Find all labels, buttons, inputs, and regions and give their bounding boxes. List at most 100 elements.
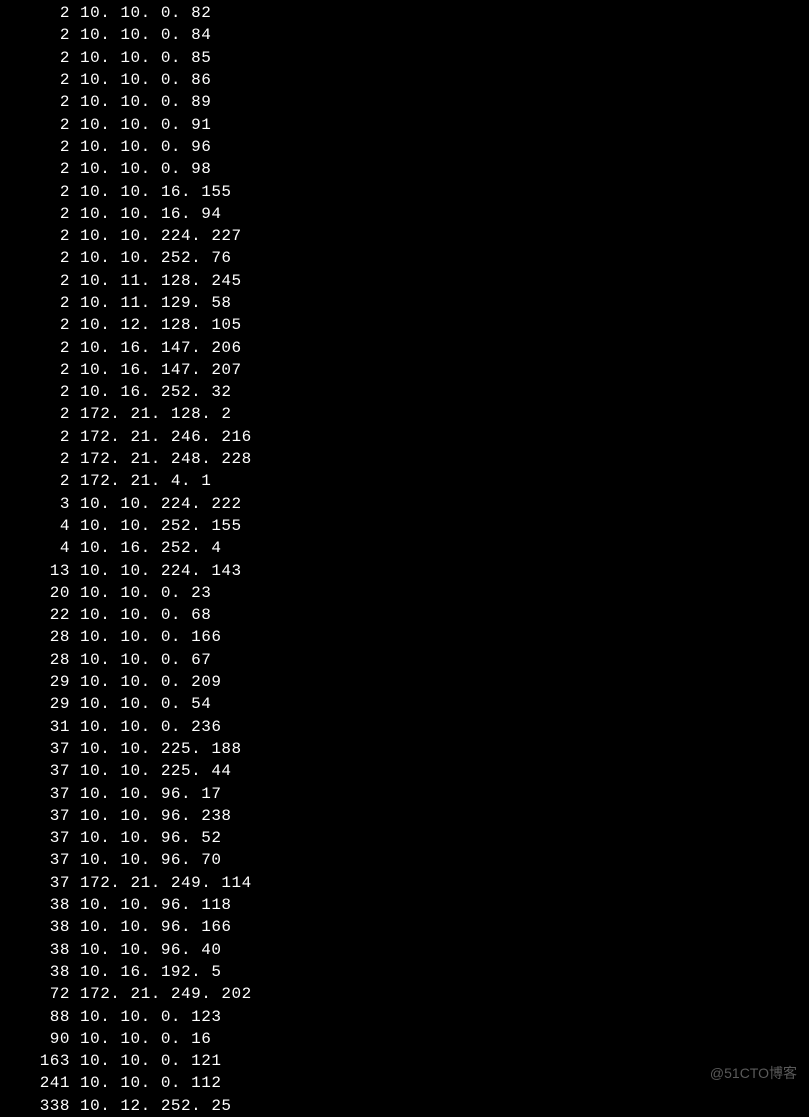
count-value: 22 [0, 604, 80, 626]
count-value: 4 [0, 515, 80, 537]
output-row: 3710. 10. 96. 238 [0, 805, 809, 827]
output-row: 2810. 10. 0. 166 [0, 626, 809, 648]
count-value: 38 [0, 939, 80, 961]
ip-address: 10. 16. 192. 5 [80, 961, 221, 983]
ip-address: 10. 11. 128. 245 [80, 270, 242, 292]
ip-address: 10. 10. 0. 121 [80, 1050, 221, 1072]
count-value: 2 [0, 448, 80, 470]
output-row: 72172. 21. 249. 202 [0, 983, 809, 1005]
count-value: 2 [0, 114, 80, 136]
count-value: 38 [0, 894, 80, 916]
count-value: 37 [0, 783, 80, 805]
output-row: 410. 10. 252. 155 [0, 515, 809, 537]
count-value: 338 [0, 1095, 80, 1117]
output-row: 210. 10. 252. 76 [0, 247, 809, 269]
ip-address: 10. 10. 225. 188 [80, 738, 242, 760]
ip-address: 10. 16. 252. 32 [80, 381, 232, 403]
output-row: 3810. 10. 96. 118 [0, 894, 809, 916]
count-value: 2 [0, 203, 80, 225]
count-value: 2 [0, 247, 80, 269]
ip-address: 10. 10. 0. 112 [80, 1072, 221, 1094]
count-value: 29 [0, 693, 80, 715]
ip-address: 10. 10. 224. 227 [80, 225, 242, 247]
output-row: 24110. 10. 0. 112 [0, 1072, 809, 1094]
output-row: 3110. 10. 0. 236 [0, 716, 809, 738]
output-row: 2172. 21. 4. 1 [0, 470, 809, 492]
output-row: 210. 11. 128. 245 [0, 270, 809, 292]
output-row: 210. 12. 128. 105 [0, 314, 809, 336]
ip-address: 10. 10. 96. 40 [80, 939, 221, 961]
ip-address: 172. 21. 248. 228 [80, 448, 252, 470]
output-row: 210. 16. 147. 207 [0, 359, 809, 381]
ip-address: 10. 10. 0. 89 [80, 91, 211, 113]
ip-address: 10. 10. 0. 85 [80, 47, 211, 69]
count-value: 29 [0, 671, 80, 693]
count-value: 31 [0, 716, 80, 738]
count-value: 2 [0, 158, 80, 180]
ip-address: 10. 10. 96. 70 [80, 849, 221, 871]
ip-address: 10. 10. 96. 166 [80, 916, 232, 938]
output-row: 3710. 10. 225. 44 [0, 760, 809, 782]
count-value: 163 [0, 1050, 80, 1072]
ip-address: 10. 10. 225. 44 [80, 760, 232, 782]
output-row: 3710. 10. 96. 70 [0, 849, 809, 871]
count-value: 38 [0, 916, 80, 938]
output-row: 2172. 21. 246. 216 [0, 426, 809, 448]
output-row: 210. 10. 224. 227 [0, 225, 809, 247]
output-row: 8810. 10. 0. 123 [0, 1005, 809, 1027]
output-row: 16310. 10. 0. 121 [0, 1050, 809, 1072]
output-row: 210. 10. 16. 94 [0, 203, 809, 225]
count-value: 37 [0, 872, 80, 894]
count-value: 72 [0, 983, 80, 1005]
ip-address: 10. 10. 16. 94 [80, 203, 221, 225]
output-row: 210. 11. 129. 58 [0, 292, 809, 314]
output-row: 3810. 10. 96. 166 [0, 916, 809, 938]
output-row: 210. 10. 0. 86 [0, 69, 809, 91]
output-row: 3710. 10. 96. 52 [0, 827, 809, 849]
ip-address: 172. 21. 128. 2 [80, 403, 232, 425]
ip-address: 10. 10. 0. 209 [80, 671, 221, 693]
ip-address: 10. 10. 0. 236 [80, 716, 221, 738]
ip-address: 10. 10. 96. 52 [80, 827, 221, 849]
terminal-output: 210. 10. 0. 82210. 10. 0. 84210. 10. 0. … [0, 0, 809, 1117]
ip-address: 10. 10. 96. 238 [80, 805, 232, 827]
count-value: 13 [0, 560, 80, 582]
output-row: 3810. 10. 96. 40 [0, 938, 809, 960]
count-value: 37 [0, 760, 80, 782]
output-row: 9010. 10. 0. 16 [0, 1028, 809, 1050]
ip-address: 172. 21. 246. 216 [80, 426, 252, 448]
output-row: 2810. 10. 0. 67 [0, 649, 809, 671]
output-row: 37172. 21. 249. 114 [0, 872, 809, 894]
ip-address: 10. 16. 252. 4 [80, 537, 221, 559]
count-value: 37 [0, 827, 80, 849]
ip-address: 10. 10. 0. 84 [80, 24, 211, 46]
output-row: 2172. 21. 248. 228 [0, 448, 809, 470]
ip-address: 10. 10. 0. 98 [80, 158, 211, 180]
count-value: 2 [0, 69, 80, 91]
count-value: 2 [0, 47, 80, 69]
ip-address: 10. 16. 147. 207 [80, 359, 242, 381]
ip-address: 10. 10. 0. 166 [80, 626, 221, 648]
ip-address: 10. 10. 16. 155 [80, 181, 232, 203]
output-row: 2172. 21. 128. 2 [0, 403, 809, 425]
ip-address: 10. 10. 0. 67 [80, 649, 211, 671]
ip-address: 172. 21. 4. 1 [80, 470, 211, 492]
output-row: 2910. 10. 0. 209 [0, 671, 809, 693]
ip-address: 10. 10. 0. 123 [80, 1006, 221, 1028]
ip-address: 10. 10. 252. 76 [80, 247, 232, 269]
output-row: 3710. 10. 225. 188 [0, 738, 809, 760]
ip-address: 172. 21. 249. 202 [80, 983, 252, 1005]
count-value: 38 [0, 961, 80, 983]
count-value: 28 [0, 649, 80, 671]
count-value: 2 [0, 225, 80, 247]
count-value: 37 [0, 849, 80, 871]
ip-address: 10. 11. 129. 58 [80, 292, 232, 314]
count-value: 2 [0, 337, 80, 359]
ip-address: 10. 10. 96. 17 [80, 783, 221, 805]
output-row: 210. 16. 147. 206 [0, 336, 809, 358]
count-value: 88 [0, 1006, 80, 1028]
count-value: 2 [0, 2, 80, 24]
count-value: 3 [0, 493, 80, 515]
output-row: 33810. 12. 252. 25 [0, 1095, 809, 1117]
output-row: 210. 10. 0. 98 [0, 158, 809, 180]
